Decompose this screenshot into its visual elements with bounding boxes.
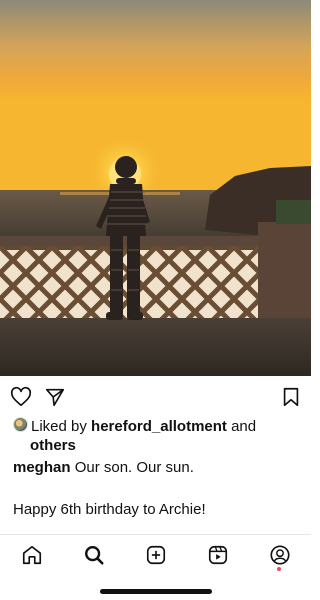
liker-avatar — [13, 417, 28, 432]
profile-icon[interactable] — [269, 544, 291, 566]
likes-line: Liked by hereford_allotment and others — [13, 417, 303, 455]
liked-by-others[interactable]: others — [30, 437, 76, 454]
home-icon[interactable] — [21, 544, 43, 566]
home-indicator — [100, 589, 212, 594]
bookmark-icon[interactable] — [280, 386, 302, 408]
post-caption: meghan Our son. Our sun. — [13, 458, 303, 477]
caption-username[interactable]: meghan — [13, 459, 71, 476]
caption-line-2: Happy 6th birthday to Archie! — [13, 501, 206, 518]
bottom-nav — [0, 534, 311, 575]
liked-by-user[interactable]: hereford_allotment — [91, 418, 227, 435]
sunset-image — [0, 0, 311, 376]
heart-icon[interactable] — [10, 386, 32, 408]
search-icon[interactable] — [83, 544, 105, 566]
post-photo[interactable] — [0, 0, 311, 376]
post-actions — [0, 376, 311, 416]
create-icon[interactable] — [145, 544, 167, 566]
liked-by-and: and — [231, 418, 257, 435]
caption-text: Our son. Our sun. — [74, 459, 194, 476]
notification-dot — [277, 567, 281, 571]
reels-icon[interactable] — [207, 544, 229, 566]
share-icon[interactable] — [44, 386, 66, 408]
liked-by-prefix: Liked by — [31, 418, 87, 435]
